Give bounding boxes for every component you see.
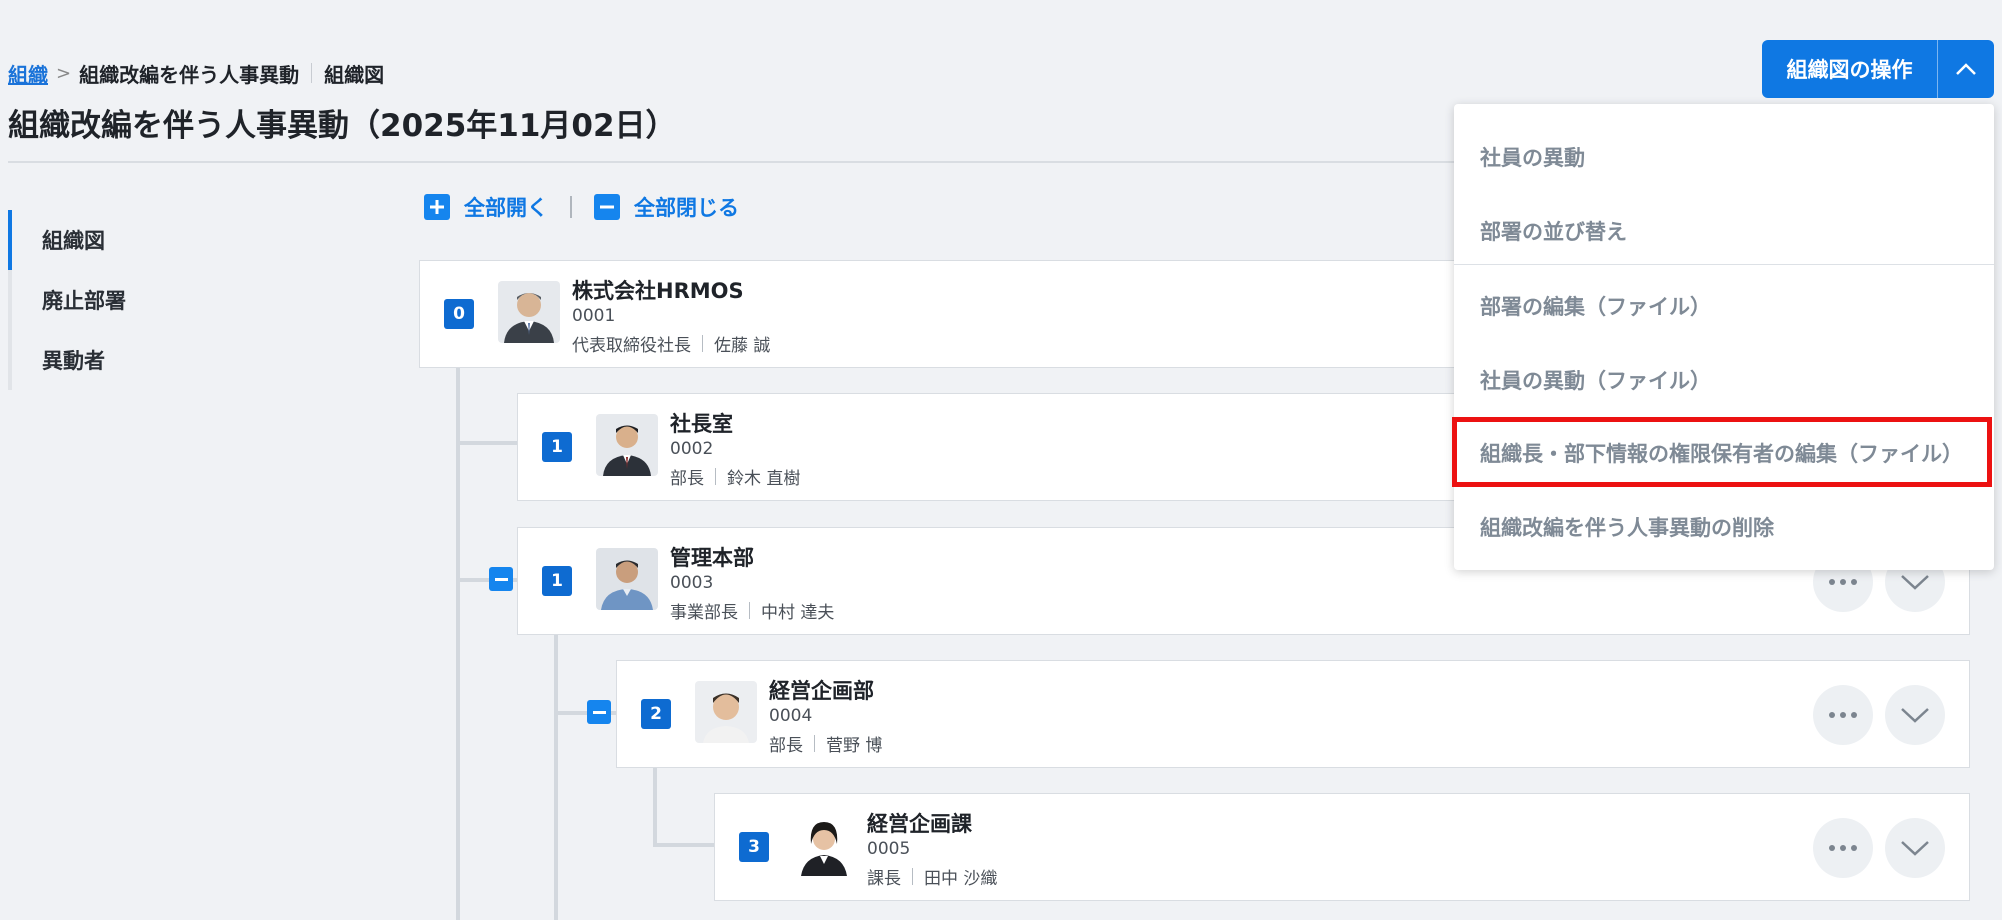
sidenav-item-label: 廃止部署 [42,289,126,313]
department-name: 株式会社HRMOS [572,279,744,303]
manager-title: 課長 [867,869,901,889]
manager-title: 事業部長 [670,603,738,623]
breadcrumb-separator-icon: > [56,62,72,84]
chevron-down-icon[interactable] [1885,685,1945,745]
expand-all-button[interactable]: 全部開く [464,192,548,222]
department-name: 管理本部 [670,546,754,570]
menu-divider [1454,264,1994,265]
department-manager: 事業部長 中村 達夫 [670,598,834,623]
chevron-up-icon[interactable] [1938,40,1994,98]
department-manager: 課長 田中 沙織 [867,864,997,889]
sidenav-item-transferees[interactable]: 異動者 [8,330,342,390]
manager-title: 代表取締役社長 [572,336,691,356]
department-code: 0003 [670,573,714,593]
manager-name: 佐藤 誠 [714,336,771,356]
level-badge: 3 [739,832,769,862]
department-name: 経営企画部 [769,679,874,703]
department-name: 社長室 [670,412,733,436]
manager-title: 部長 [769,736,803,756]
meta-divider [749,602,750,619]
sidenav-item-label: 組織図 [42,229,105,253]
manager-title: 部長 [670,469,704,489]
department-card[interactable]: 3 経営企画課 0005 課長 田中 沙織 [714,793,1970,901]
department-card[interactable]: 2 経営企画部 0004 部長 菅野 博 [616,660,1970,768]
more-options-icon[interactable] [1813,818,1873,878]
department-code: 0005 [867,839,911,859]
collapse-node-button[interactable] [489,567,513,591]
minus-square-icon[interactable] [594,194,620,220]
avatar [596,548,658,610]
breadcrumb-current: 組織改編を伴う人事異動 [79,62,300,87]
card-actions [1813,818,1945,878]
sidenav-item-abolished-departments[interactable]: 廃止部署 [8,270,342,330]
menu-item-transfer-employees-file[interactable]: 社員の異動（ファイル） [1480,365,1711,395]
meta-divider [814,735,815,752]
avatar [793,814,855,876]
level-badge: 2 [641,699,671,729]
breadcrumb-root-link[interactable]: 組織 [8,59,48,88]
org-chart-operations-button[interactable]: 組織図の操作 [1762,40,1994,98]
tree-connector [653,767,657,847]
level-badge: 1 [542,566,572,596]
meta-divider [912,868,913,885]
avatar [498,281,560,343]
org-chart-operations-label[interactable]: 組織図の操作 [1762,40,1938,98]
sidenav-active-indicator [8,210,12,270]
minus-icon [494,577,508,581]
manager-name: 田中 沙織 [924,869,998,889]
meta-divider [715,468,716,485]
breadcrumb-sub: 組織図 [324,62,385,87]
department-manager: 部長 菅野 博 [769,731,882,756]
card-actions [1813,685,1945,745]
tree-controls: 全部開く 全部閉じる [424,192,739,222]
minus-icon [592,710,606,714]
collapse-all-button[interactable]: 全部閉じる [634,192,739,222]
tree-connector [554,634,558,920]
department-name: 経営企画課 [867,812,972,836]
manager-name: 菅野 博 [826,736,883,756]
avatar [695,681,757,743]
breadcrumb: 組織 > 組織改編を伴う人事異動 組織図 [8,56,384,90]
sidenav-indicator [8,270,12,330]
plus-square-icon[interactable] [424,194,450,220]
chevron-down-icon[interactable] [1885,818,1945,878]
meta-divider [702,335,703,352]
highlight-box [1452,417,1992,487]
department-code: 0004 [769,706,813,726]
menu-item-transfer-employee[interactable]: 社員の異動 [1480,142,1585,172]
side-nav: 組織図 廃止部署 異動者 [8,210,342,390]
more-options-icon[interactable] [1813,685,1873,745]
sidenav-indicator [8,330,12,390]
level-badge: 0 [444,299,474,329]
breadcrumb-divider [311,63,313,83]
department-code: 0002 [670,439,714,459]
tree-connector [456,441,518,445]
department-manager: 代表取締役社長 佐藤 誠 [572,331,770,356]
org-chart-operations-menu: 社員の異動 部署の並び替え 部署の編集（ファイル） 社員の異動（ファイル） 組織… [1452,104,1994,570]
department-code: 0001 [572,306,616,326]
sidenav-item-org-chart[interactable]: 組織図 [8,210,342,270]
department-manager: 部長 鈴木 直樹 [670,464,800,489]
avatar [596,414,658,476]
manager-name: 鈴木 直樹 [727,469,801,489]
menu-item-delete-reorg-transfer[interactable]: 組織改編を伴う人事異動の削除 [1480,512,1774,542]
menu-item-reorder-departments[interactable]: 部署の並び替え [1480,216,1627,246]
sidenav-item-label: 異動者 [42,349,105,373]
tree-connector [653,843,715,847]
menu-item-edit-departments-file[interactable]: 部署の編集（ファイル） [1480,291,1711,321]
level-badge: 1 [542,432,572,462]
page-title: 組織改編を伴う人事異動（2025年11月02日） [8,108,677,144]
collapse-node-button[interactable] [587,700,611,724]
manager-name: 中村 達夫 [761,603,835,623]
tree-connector [456,368,460,920]
tree-controls-divider [570,196,572,218]
